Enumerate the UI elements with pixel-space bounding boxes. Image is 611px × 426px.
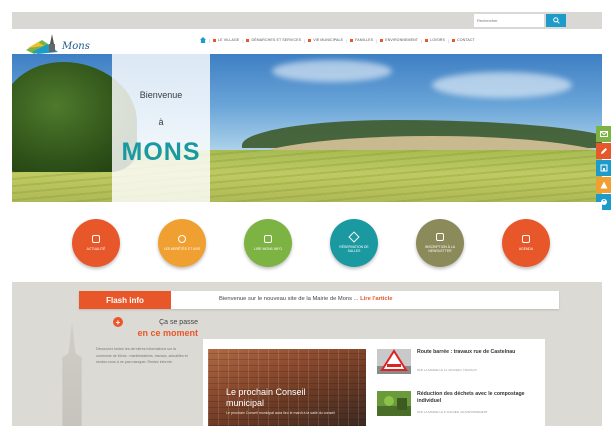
pencil-icon bbox=[600, 148, 607, 154]
side-toolbar bbox=[596, 126, 611, 211]
logo-text: Mons bbox=[61, 41, 90, 52]
church-steeple-graphic bbox=[62, 322, 82, 426]
nav-dot-icon bbox=[213, 38, 217, 42]
quick-link-mons-info[interactable]: LIRE MONS INFO bbox=[244, 219, 292, 267]
nav-item-village[interactable]: LE VILLAGE bbox=[213, 38, 239, 42]
nav-item-loisirs[interactable]: LOISIRS bbox=[425, 38, 445, 42]
book-icon bbox=[264, 234, 272, 243]
road-sign-thumbnail bbox=[377, 349, 411, 374]
search-input[interactable] bbox=[474, 14, 544, 27]
welcome-text: Bienvenue bbox=[139, 90, 183, 100]
mail-icon bbox=[599, 131, 608, 137]
moment-title: Ça se passe bbox=[159, 319, 198, 326]
site-header: Mons | LE VILLAGE | DÉMARCHES ET SERVICE… bbox=[12, 29, 602, 54]
logo-emblem: Mons bbox=[26, 34, 90, 54]
newspaper-icon bbox=[92, 234, 100, 243]
news-item[interactable]: Réduction des déchets avec le compostage… bbox=[377, 391, 542, 419]
quick-links: ACTUALITÉ LES ARRÊTÉS ET AVIS LIRE MONS … bbox=[12, 202, 602, 282]
key-icon bbox=[348, 231, 360, 243]
building-icon bbox=[600, 164, 607, 172]
quick-link-agenda[interactable]: AGENDA bbox=[502, 219, 550, 267]
mail-tool-button[interactable] bbox=[596, 126, 611, 142]
envelope-icon bbox=[436, 232, 444, 241]
quick-link-reservation[interactable]: RÉSERVATION DE SALLES bbox=[330, 219, 378, 267]
featured-news-card[interactable]: Le prochain Conseil municipal Le prochai… bbox=[208, 349, 366, 426]
calendar-icon bbox=[522, 234, 530, 243]
alert-tool-button[interactable] bbox=[596, 177, 611, 193]
home-icon[interactable] bbox=[200, 37, 206, 43]
flash-info-text: Bienvenue sur le nouveau site de la Mair… bbox=[219, 296, 393, 302]
featured-news-title: Le prochain Conseil municipal bbox=[226, 387, 306, 408]
edit-tool-button[interactable] bbox=[596, 143, 611, 159]
cloud bbox=[272, 60, 392, 82]
nav-dot-icon bbox=[246, 38, 250, 42]
nav-item-contact[interactable]: CONTACT bbox=[452, 38, 475, 42]
document-icon bbox=[178, 234, 186, 243]
featured-news-text: Le prochain Conseil municipal aura lieu … bbox=[226, 411, 335, 415]
site-logo[interactable]: Mons bbox=[24, 32, 94, 54]
nav-item-familles[interactable]: FAMILLES bbox=[350, 38, 373, 42]
news-item-title: Route barrée : travaux rue de Castelnau bbox=[417, 349, 516, 355]
flash-info-link[interactable]: Lire l'article bbox=[360, 296, 392, 302]
nav-dot-icon bbox=[425, 38, 429, 42]
news-panel: Le prochain Conseil municipal Le prochai… bbox=[203, 339, 545, 426]
quick-link-arretes[interactable]: LES ARRÊTÉS ET AVIS bbox=[158, 219, 206, 267]
building-tool-button[interactable] bbox=[596, 160, 611, 176]
news-item-meta: PAR LA MAIRIE LE 8 JANVIER | ENVIRONNEME… bbox=[417, 410, 488, 414]
nav-item-environnement[interactable]: ENVIRONNEMENT bbox=[380, 38, 418, 42]
hero-banner: Bienvenue à MONS bbox=[12, 54, 602, 202]
welcome-title: MONS bbox=[121, 138, 201, 166]
flash-info-label: Flash info bbox=[79, 291, 171, 309]
compost-thumbnail bbox=[377, 391, 411, 416]
search-button[interactable] bbox=[546, 14, 566, 27]
alert-icon bbox=[600, 181, 607, 189]
search-icon bbox=[552, 17, 560, 24]
nav-item-vie-municipale[interactable]: VIE MUNICIPALE bbox=[308, 38, 343, 42]
nav-dot-icon bbox=[452, 38, 456, 42]
moment-subtitle: en ce moment bbox=[137, 328, 198, 338]
welcome-panel: Bienvenue à MONS bbox=[112, 54, 210, 202]
news-item-meta: PAR LA MAIRIE LE 12 JANVIER | TRAVAUX bbox=[417, 368, 477, 372]
moment-body: Découvrez toutes les dernières informati… bbox=[96, 347, 188, 364]
lower-section: Flash info Bienvenue sur le nouveau site… bbox=[12, 282, 602, 426]
quick-link-newsletter[interactable]: INSCRIPTION À LA NEWSLETTER bbox=[416, 219, 464, 267]
flash-info-bar: Flash info Bienvenue sur le nouveau site… bbox=[79, 291, 559, 309]
news-item-title: Réduction des déchets avec le compostage… bbox=[417, 391, 525, 404]
nav-dot-icon bbox=[308, 38, 312, 42]
nav-item-demarches[interactable]: DÉMARCHES ET SERVICES bbox=[246, 38, 301, 42]
quick-link-actualite[interactable]: ACTUALITÉ bbox=[72, 219, 120, 267]
nav-dot-icon bbox=[350, 38, 354, 42]
nav-dot-icon bbox=[380, 38, 384, 42]
cloud bbox=[432, 72, 572, 98]
top-bar bbox=[12, 12, 602, 29]
news-item[interactable]: Route barrée : travaux rue de Castelnau … bbox=[377, 349, 542, 377]
welcome-a: à bbox=[158, 117, 164, 127]
main-nav: | LE VILLAGE | DÉMARCHES ET SERVICES | V… bbox=[200, 37, 475, 43]
